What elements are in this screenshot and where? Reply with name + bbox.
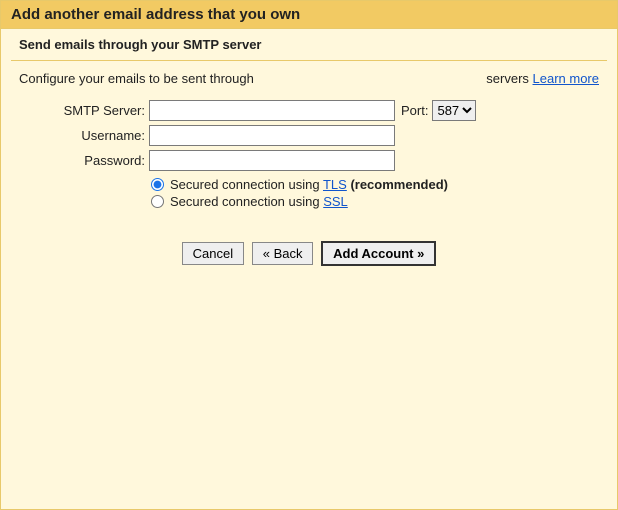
- ssl-link[interactable]: SSL: [323, 194, 348, 209]
- port-select[interactable]: 587: [432, 100, 476, 121]
- username-row: Username:: [19, 125, 599, 146]
- ssl-radio-label[interactable]: Secured connection using SSL: [170, 194, 348, 209]
- password-input[interactable]: [149, 150, 395, 171]
- smtp-server-row: SMTP Server: Port: 587: [19, 100, 599, 121]
- username-input[interactable]: [149, 125, 395, 146]
- tls-link[interactable]: TLS: [323, 177, 347, 192]
- button-row: Cancel « Back Add Account »: [19, 241, 599, 266]
- config-description: Configure your emails to be sent through…: [19, 71, 599, 86]
- tls-prefix: Secured connection using: [170, 177, 323, 192]
- servers-text: servers: [486, 71, 532, 86]
- ssl-radio[interactable]: [151, 195, 164, 208]
- ssl-prefix: Secured connection using: [170, 194, 323, 209]
- back-button[interactable]: « Back: [252, 242, 314, 265]
- security-radio-group: Secured connection using TLS (recommende…: [151, 177, 599, 209]
- dialog-title: Add another email address that you own: [1, 1, 617, 29]
- cancel-button[interactable]: Cancel: [182, 242, 244, 265]
- smtp-server-input[interactable]: [149, 100, 395, 121]
- password-label: Password:: [19, 153, 149, 168]
- config-suffix: servers Learn more: [486, 71, 599, 86]
- learn-more-link[interactable]: Learn more: [533, 71, 599, 86]
- add-account-button[interactable]: Add Account »: [321, 241, 436, 266]
- port-label: Port:: [401, 103, 428, 118]
- dialog-content: Configure your emails to be sent through…: [1, 61, 617, 284]
- password-row: Password:: [19, 150, 599, 171]
- tls-recommended: (recommended): [347, 177, 448, 192]
- dialog-subtitle: Send emails through your SMTP server: [1, 29, 617, 56]
- config-prefix: Configure your emails to be sent through: [19, 71, 254, 86]
- tls-radio-label[interactable]: Secured connection using TLS (recommende…: [170, 177, 448, 192]
- tls-radio[interactable]: [151, 178, 164, 191]
- username-label: Username:: [19, 128, 149, 143]
- smtp-server-label: SMTP Server:: [19, 103, 149, 118]
- smtp-config-dialog: Add another email address that you own S…: [0, 0, 618, 510]
